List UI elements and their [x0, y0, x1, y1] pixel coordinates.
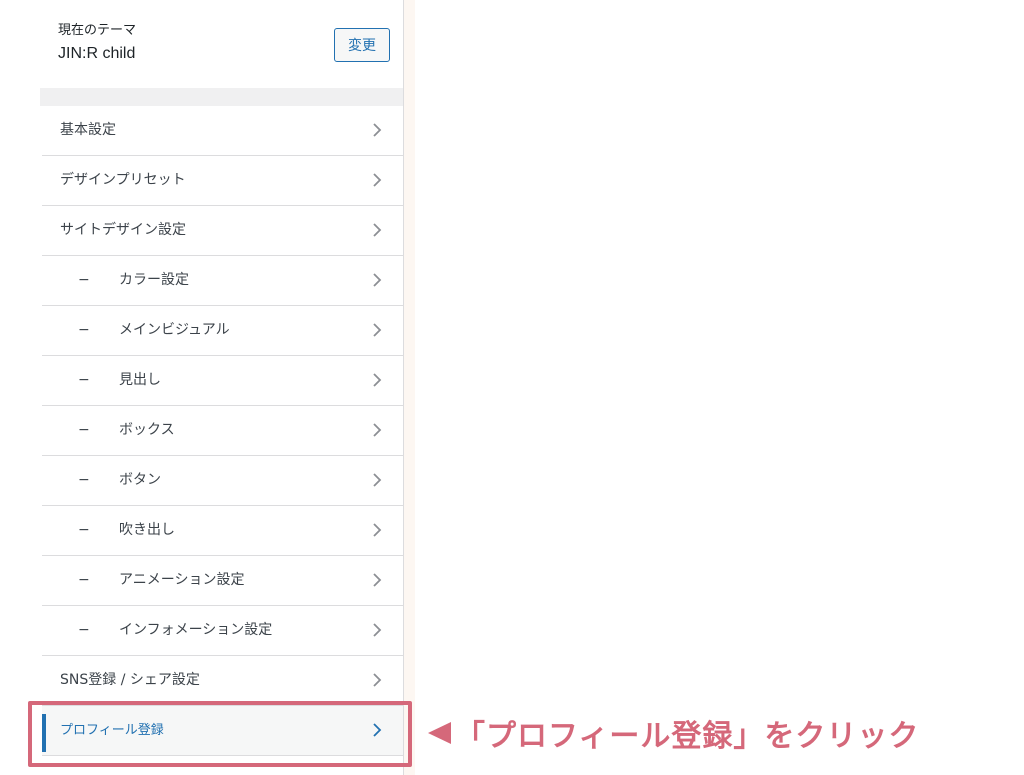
chevron-right-icon	[373, 523, 382, 537]
submenu-dash: −	[78, 572, 90, 588]
chevron-right-icon	[373, 273, 382, 287]
submenu-dash: −	[78, 622, 90, 638]
customizer-menu: 基本設定デザインプリセット サイトデザイン設定 − カラー設定 − メインビジュアル − 見出…	[42, 106, 404, 756]
menu-item-label: アニメーション設定	[119, 572, 245, 588]
instruction-text: 「プロフィール登録」をクリック	[455, 719, 920, 754]
menu-item[interactable]: − ボックス	[42, 406, 404, 456]
menu-item-label: メインビジュアル	[119, 322, 230, 338]
menu-item[interactable]: − ボタン	[42, 456, 404, 506]
submenu-dash: −	[78, 422, 90, 438]
menu-item-label: SNS登録 / シェア設定	[60, 672, 200, 688]
chevron-right-icon	[373, 573, 382, 587]
menu-item-label: 見出し	[119, 372, 161, 388]
chevron-right-icon	[373, 423, 382, 437]
chevron-right-icon	[373, 673, 382, 687]
section-divider	[40, 88, 404, 106]
chevron-right-icon	[373, 123, 382, 137]
menu-item[interactable]: − インフォメーション設定	[42, 606, 404, 656]
change-theme-button[interactable]: 変更	[334, 28, 390, 62]
triangle-left-icon	[428, 722, 451, 744]
menu-item-label: 基本設定	[60, 122, 116, 138]
submenu-dash: −	[78, 522, 90, 538]
menu-item-label: インフォメーション設定	[119, 622, 273, 638]
menu-item-label: カラー設定	[119, 272, 189, 288]
menu-item[interactable]: − 見出し	[42, 356, 404, 406]
menu-item-label: ボタン	[119, 472, 161, 488]
menu-item[interactable]: サイトデザイン設定	[42, 206, 404, 256]
chevron-right-icon	[373, 473, 382, 487]
preview-edge	[404, 0, 415, 775]
chevron-right-icon	[373, 173, 382, 187]
highlight-frame	[28, 701, 412, 767]
submenu-dash: −	[78, 322, 90, 338]
menu-item-label: サイトデザイン設定	[60, 222, 186, 238]
current-theme-section: 現在のテーマ JIN:R child 変更	[40, 0, 404, 88]
menu-item[interactable]: − カラー設定	[42, 256, 404, 306]
menu-item[interactable]: SNS登録 / シェア設定	[42, 656, 404, 706]
menu-item[interactable]: − 吹き出し	[42, 506, 404, 556]
chevron-right-icon	[373, 373, 382, 387]
submenu-dash: −	[78, 372, 90, 388]
current-theme-caption: 現在のテーマ	[58, 23, 137, 38]
menu-item-label: 吹き出し	[119, 522, 175, 538]
chevron-right-icon	[373, 223, 382, 237]
menu-item[interactable]: デザインプリセット	[42, 156, 404, 206]
menu-item[interactable]: 基本設定	[42, 106, 404, 156]
submenu-dash: −	[78, 472, 90, 488]
chevron-right-icon	[373, 323, 382, 337]
menu-item[interactable]: − メインビジュアル	[42, 306, 404, 356]
chevron-right-icon	[373, 623, 382, 637]
submenu-dash: −	[78, 272, 90, 288]
menu-item-label: ボックス	[119, 422, 175, 438]
menu-item[interactable]: − アニメーション設定	[42, 556, 404, 606]
current-theme-name: JIN:R child	[58, 45, 136, 62]
menu-item-label: デザインプリセット	[60, 172, 186, 188]
instruction-annotation: 「プロフィール登録」をクリック	[425, 711, 919, 755]
customizer-panel: 現在のテーマ JIN:R child 変更 基本設定デザインプリセット サイトデザ…	[40, 0, 404, 775]
